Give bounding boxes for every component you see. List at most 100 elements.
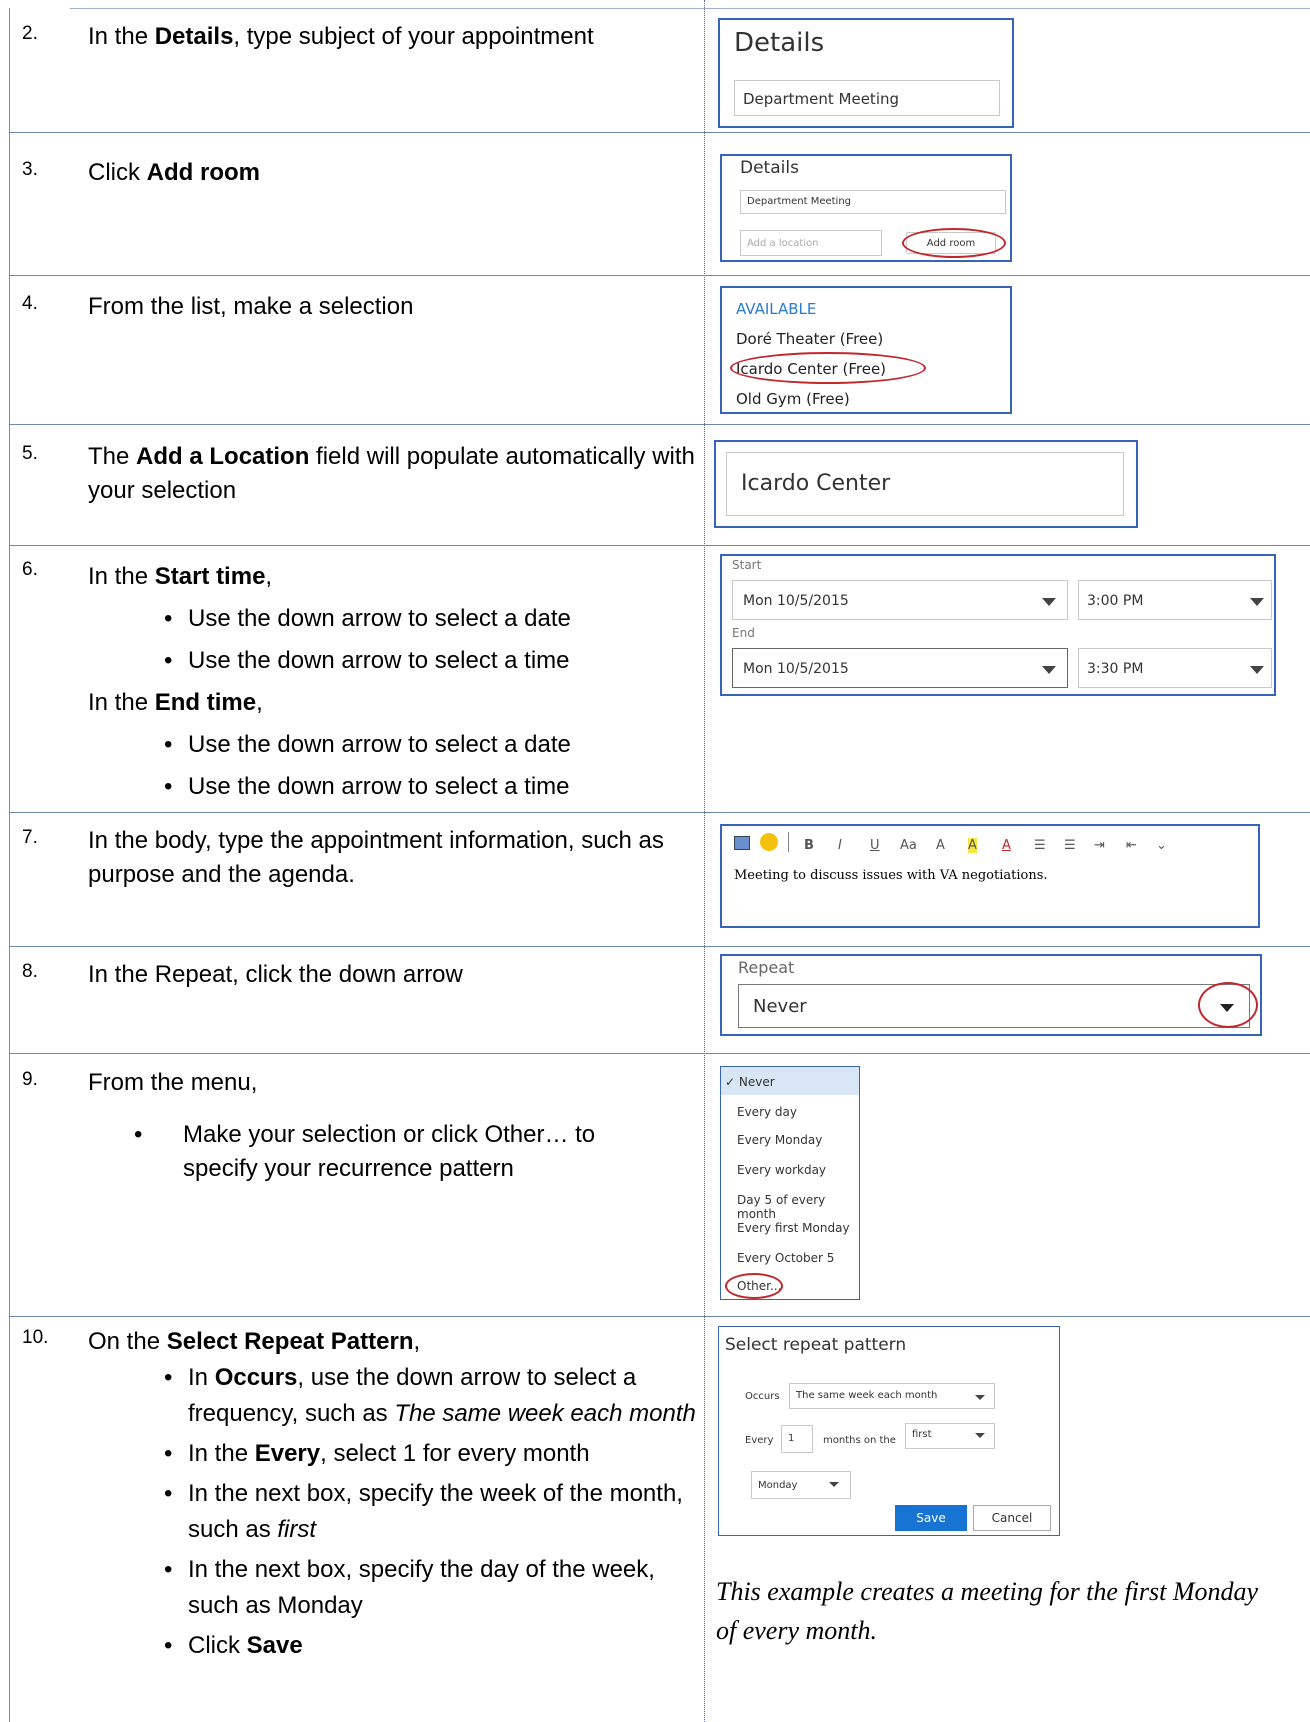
every-label: Every	[745, 1435, 774, 1446]
available-header: AVAILABLE	[736, 300, 817, 318]
chevron-down-icon[interactable]: ⌄	[1156, 838, 1167, 853]
highlight-circle	[902, 228, 1006, 258]
toolbar-divider	[788, 832, 789, 852]
chevron-down-icon[interactable]	[975, 1395, 985, 1400]
row-divider	[70, 8, 1310, 9]
font-size-icon[interactable]: Aa	[900, 838, 917, 853]
chevron-down-icon[interactable]	[975, 1433, 985, 1438]
location-field[interactable]: Add a location	[740, 230, 882, 256]
chevron-down-icon[interactable]	[829, 1482, 839, 1487]
emoji-icon[interactable]	[760, 833, 778, 851]
row-divider	[9, 812, 1310, 813]
occurs-dropdown[interactable]: The same week each month	[789, 1383, 995, 1409]
row-divider	[9, 545, 1310, 546]
bullet: In Occurs, use the down arrow to select …	[164, 1360, 704, 1432]
details-title: Details	[734, 28, 825, 58]
bullet: In the next box, specify the week of the…	[164, 1476, 704, 1548]
bullets-icon[interactable]: ☰	[1034, 838, 1046, 853]
start-date-field[interactable]: Mon 10/5/2015	[732, 580, 1068, 620]
bullet: In the next box, specify the day of the …	[164, 1552, 704, 1624]
menu-item[interactable]: Every Monday	[737, 1133, 822, 1147]
row-divider	[9, 424, 1310, 425]
highlight-circle	[1198, 982, 1258, 1028]
subject-field[interactable]: Department Meeting	[740, 190, 1006, 214]
chevron-down-icon[interactable]	[1042, 598, 1056, 606]
indent-icon[interactable]: ⇥	[1094, 838, 1105, 853]
body-text[interactable]: Meeting to discuss issues with VA negoti…	[734, 868, 1048, 883]
location-screenshot: Icardo Center	[714, 440, 1138, 528]
bold-icon[interactable]: B	[804, 838, 814, 853]
bullet: • Make your selection or click Other… to …	[134, 1121, 596, 1182]
save-button[interactable]: Save	[895, 1505, 967, 1531]
row-divider	[9, 275, 1310, 276]
menu-item[interactable]: Every day	[737, 1105, 797, 1119]
picture-icon[interactable]	[734, 836, 750, 850]
highlight-icon[interactable]: A	[968, 838, 977, 853]
end-time-field[interactable]: 3:30 PM	[1078, 648, 1272, 688]
table-left-border	[9, 8, 10, 1722]
font-color-icon[interactable]: A	[1002, 838, 1011, 853]
months-on-label: months on the	[823, 1435, 896, 1446]
add-room-screenshot: Details Department Meeting Add a locatio…	[720, 154, 1012, 262]
step-text: In the Repeat, click the down arrow	[88, 961, 463, 988]
bullet: Click Save	[164, 1628, 704, 1664]
bullet: Use the down arrow to select a time	[164, 640, 698, 682]
outdent-icon[interactable]: ⇤	[1126, 838, 1137, 853]
row-divider	[9, 1316, 1310, 1317]
cancel-button[interactable]: Cancel	[973, 1505, 1051, 1531]
body-editor-screenshot: B I U Aa A A A ☰ ☰ ⇥ ⇤ ⌄ Meeting to disc…	[720, 824, 1260, 928]
example-note: This example creates a meeting for the f…	[716, 1577, 1259, 1645]
repeat-screenshot: Repeat Never	[720, 954, 1262, 1036]
highlight-circle	[725, 1273, 783, 1299]
repeat-dropdown[interactable]: Never	[738, 984, 1250, 1028]
subject-field[interactable]: Department Meeting	[734, 80, 1000, 116]
menu-item[interactable]: Every first Monday	[737, 1221, 850, 1235]
menu-item[interactable]: Every October 5	[737, 1251, 834, 1265]
menu-item[interactable]: Every workday	[737, 1163, 826, 1177]
step-text: In the Details, type subject of your app…	[88, 23, 594, 50]
bullet: In the Every, select 1 for every month	[164, 1436, 704, 1472]
location-field[interactable]: Icardo Center	[726, 452, 1124, 516]
available-rooms-screenshot: AVAILABLE Doré Theater (Free) Icardo Cen…	[720, 286, 1012, 414]
start-label: Start	[732, 558, 762, 572]
menu-item-never[interactable]: ✓ Never	[725, 1075, 775, 1089]
details-title: Details	[740, 158, 799, 178]
details-screenshot: Details Department Meeting	[718, 18, 1014, 128]
italic-icon[interactable]: I	[838, 838, 842, 853]
chevron-down-icon[interactable]	[1250, 666, 1264, 674]
repeat-menu-screenshot: ✓ Never Every day Every Monday Every wor…	[720, 1066, 860, 1300]
menu-item[interactable]: Day 5 of every month	[737, 1193, 859, 1221]
room-option[interactable]: Old Gym (Free)	[736, 390, 850, 408]
start-time-field[interactable]: 3:00 PM	[1078, 580, 1272, 620]
numbering-icon[interactable]: ☰	[1064, 838, 1076, 853]
chevron-down-icon[interactable]	[1042, 666, 1056, 674]
row-divider	[9, 1053, 1310, 1054]
end-label: End	[732, 626, 755, 640]
repeat-label: Repeat	[738, 958, 795, 977]
step-text: From the list, make a selection	[88, 293, 414, 320]
end-date-field[interactable]: Mon 10/5/2015	[732, 648, 1068, 688]
step-text: From the menu, • Make your selection or c…	[88, 1066, 698, 1186]
highlight-circle	[730, 352, 926, 384]
bullet: Use the down arrow to select a date	[164, 598, 698, 640]
row-divider	[9, 132, 1310, 133]
grow-font-icon[interactable]: A	[936, 838, 945, 853]
every-field[interactable]: 1	[781, 1425, 813, 1453]
row-divider	[9, 946, 1310, 947]
step-text: On the Select Repeat Pattern, In Occurs,…	[88, 1324, 698, 1664]
repeat-pattern-screenshot: Select repeat pattern Occurs The same we…	[718, 1326, 1060, 1536]
table-column-divider	[704, 0, 705, 1722]
bullet: Use the down arrow to select a time	[164, 766, 698, 808]
step-text: In the Start time, Use the down arrow to…	[88, 556, 698, 808]
chevron-down-icon[interactable]	[1250, 598, 1264, 606]
dialog-title: Select repeat pattern	[725, 1335, 907, 1355]
bullet: Use the down arrow to select a date	[164, 724, 698, 766]
step-text: In the body, type the appointment inform…	[88, 827, 664, 888]
occurs-label: Occurs	[745, 1391, 780, 1402]
room-option[interactable]: Doré Theater (Free)	[736, 330, 883, 348]
start-end-screenshot: Start Mon 10/5/2015 3:00 PM End Mon 10/5…	[720, 554, 1276, 696]
step-text: Click Add room	[88, 159, 260, 186]
instruction-table: 2. In the Details, type subject of your …	[0, 0, 1310, 1722]
step-text: The Add a Location field will populate a…	[88, 443, 695, 504]
underline-icon[interactable]: U	[870, 838, 880, 853]
